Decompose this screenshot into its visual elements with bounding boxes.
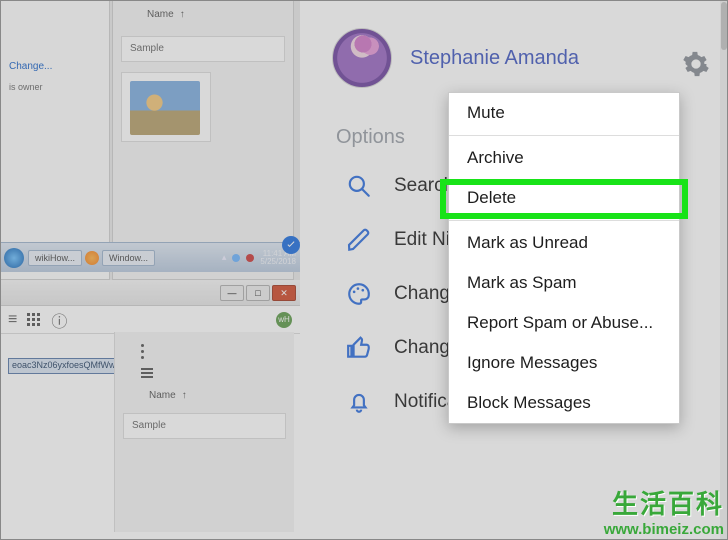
- window-titlebar[interactable]: — □ ✕: [0, 280, 300, 306]
- kebab-icon[interactable]: [141, 344, 145, 359]
- sort-arrow-icon: ↑: [182, 390, 187, 401]
- menu-item-archive[interactable]: Archive: [449, 138, 679, 178]
- menu-item-mark-unread[interactable]: Mark as Unread: [449, 223, 679, 263]
- name-col[interactable]: Name: [149, 390, 176, 401]
- change-link[interactable]: Change...: [1, 1, 109, 76]
- chevron-up-icon[interactable]: ▴: [222, 252, 227, 263]
- sort-arrow-icon: ↑: [180, 9, 185, 20]
- menu-separator: [449, 220, 679, 221]
- bg-panel-list-lower: Name ↑ Sample: [114, 332, 294, 532]
- info-icon[interactable]: ⓘ: [51, 308, 67, 332]
- menu-separator: [449, 135, 679, 136]
- tray-icon[interactable]: [232, 254, 240, 262]
- background-windows: Change... is owner Name ↑ Sample wikiHow…: [0, 0, 300, 540]
- thumbs-up-icon: [346, 335, 372, 361]
- list-item[interactable]: Sample: [121, 36, 285, 62]
- taskbar-button[interactable]: Window...: [102, 250, 155, 266]
- watermark-url: www.bimeiz.com: [604, 521, 724, 538]
- windows-taskbar[interactable]: wikiHow... Window... ▴ 11:41 AM 5/25/201…: [0, 242, 300, 272]
- menu-item-report[interactable]: Report Spam or Abuse...: [449, 303, 679, 343]
- scrollbar-thumb[interactable]: [721, 2, 727, 50]
- clock-date: 5/25/2018: [260, 258, 296, 266]
- contact-name[interactable]: Stephanie Amanda: [410, 47, 579, 70]
- list-icon[interactable]: [141, 368, 153, 378]
- tray-icon[interactable]: [246, 254, 254, 262]
- bg-panel-list: Name ↑ Sample: [112, 0, 294, 280]
- start-button-icon[interactable]: [4, 248, 24, 268]
- list-item[interactable]: [121, 72, 211, 142]
- bars-icon[interactable]: ≡: [8, 311, 17, 329]
- search-icon: [346, 173, 372, 199]
- menu-item-block[interactable]: Block Messages: [449, 383, 679, 423]
- menu-item-delete[interactable]: Delete: [449, 178, 679, 218]
- thumbnail-image: [130, 81, 200, 135]
- pencil-icon: [346, 227, 372, 253]
- watermark-title: 生活百科: [604, 484, 724, 521]
- scrollbar[interactable]: [720, 0, 728, 540]
- close-icon[interactable]: ✕: [272, 285, 296, 301]
- avatar[interactable]: [332, 28, 392, 88]
- taskbar-button[interactable]: wikiHow...: [28, 250, 82, 266]
- grid-icon[interactable]: [27, 313, 41, 327]
- context-menu: Mute Archive Delete Mark as Unread Mark …: [448, 92, 680, 424]
- contact-header: Stephanie Amanda: [300, 0, 720, 96]
- menu-item-mute[interactable]: Mute: [449, 93, 679, 133]
- toolbar: ≡ ⓘ wH: [0, 306, 300, 334]
- selected-check-icon: [282, 236, 300, 254]
- menu-item-ignore[interactable]: Ignore Messages: [449, 343, 679, 383]
- watermark: 生活百科 www.bimeiz.com: [604, 484, 724, 538]
- bell-icon: [346, 389, 372, 415]
- list-header: Name ↑: [113, 1, 293, 28]
- maximize-icon[interactable]: □: [246, 285, 270, 301]
- name-col[interactable]: Name: [147, 9, 174, 20]
- minimize-icon[interactable]: —: [220, 285, 244, 301]
- owner-text: is owner: [1, 76, 109, 98]
- wikihow-logo-icon[interactable]: wH: [276, 312, 292, 328]
- list-item[interactable]: Sample: [123, 413, 286, 439]
- menu-item-mark-spam[interactable]: Mark as Spam: [449, 263, 679, 303]
- gear-icon[interactable]: [682, 50, 710, 78]
- media-icon[interactable]: [85, 251, 99, 265]
- bg-panel-left: Change... is owner: [0, 0, 110, 280]
- palette-icon: [346, 281, 372, 307]
